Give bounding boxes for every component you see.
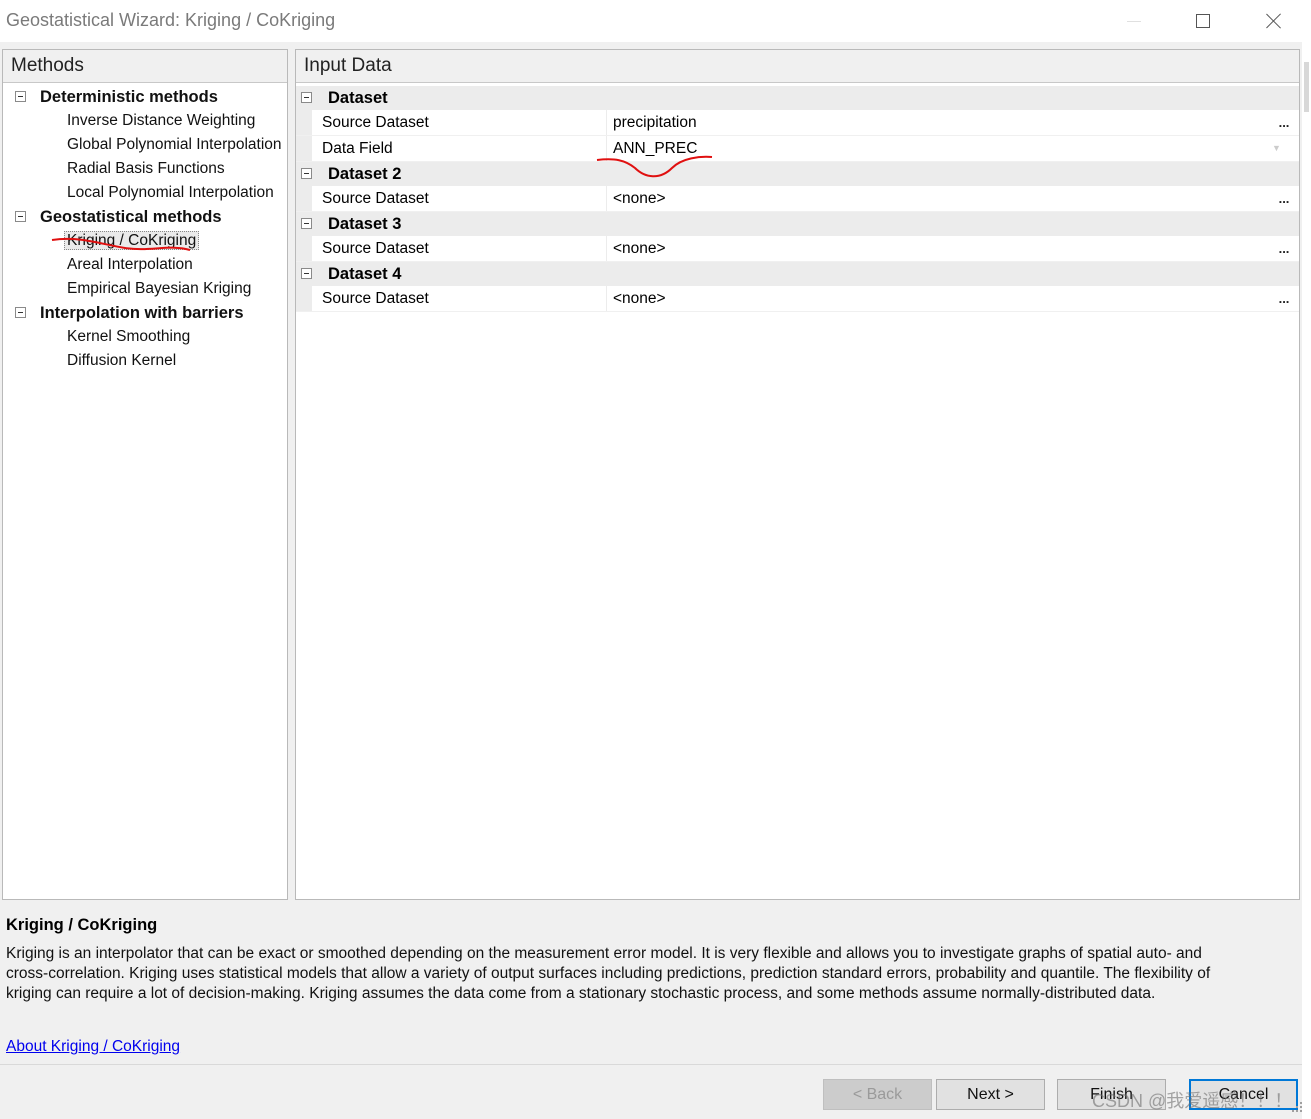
footer-separator (0, 1064, 1302, 1065)
collapse-icon[interactable] (301, 267, 312, 279)
category-dataset-4[interactable]: Dataset 4 (296, 262, 1299, 286)
tree-group-barriers[interactable]: Interpolation with barriers (15, 301, 244, 325)
row-gutter (296, 286, 312, 311)
close-icon (1266, 13, 1282, 29)
resize-grip-icon[interactable] (1290, 1100, 1304, 1114)
next-button[interactable]: Next > (936, 1079, 1045, 1110)
tree-group-geostatistical[interactable]: Geostatistical methods (15, 205, 222, 229)
tree-item-diffusion-kernel[interactable]: Diffusion Kernel (67, 349, 176, 373)
source-dataset-value[interactable]: <none> (606, 236, 1243, 261)
minimize-button[interactable] (1111, 0, 1157, 42)
description-body: Kriging is an interpolator that can be e… (6, 944, 1296, 1004)
row-gutter (296, 136, 312, 161)
watermark: CSDN @我爱遥感！！！ (1092, 1091, 1293, 1111)
property-name: Source Dataset (322, 114, 429, 131)
maximize-button[interactable] (1180, 0, 1226, 42)
collapse-icon[interactable] (301, 217, 312, 229)
input-data-header: Input Data (296, 50, 1299, 83)
browse-button[interactable]: ... (1271, 189, 1297, 208)
tree-item-global-polynomial[interactable]: Global Polynomial Interpolation (67, 133, 282, 157)
description-title: Kriging / CoKriging (6, 916, 158, 934)
property-name: Source Dataset (322, 190, 429, 207)
input-data-panel: Input Data Dataset Source Dataset precip… (295, 49, 1300, 900)
tree-item-areal[interactable]: Areal Interpolation (67, 253, 193, 277)
collapse-icon[interactable] (301, 167, 312, 179)
property-name: Data Field (322, 140, 393, 157)
dropdown-icon[interactable]: ▼ (1272, 144, 1284, 153)
browse-button[interactable]: ... (1271, 289, 1297, 308)
property-name: Source Dataset (322, 290, 429, 307)
selected-method-label[interactable]: Kriging / CoKriging (64, 231, 200, 250)
category-label: Dataset 2 (328, 165, 402, 183)
data-field-value[interactable]: ANN_PREC (606, 136, 1243, 161)
methods-panel: Methods Deterministic methods Inverse Di… (2, 49, 288, 900)
tree-item-kernel-smoothing[interactable]: Kernel Smoothing (67, 325, 190, 349)
group-label: Interpolation with barriers (40, 304, 244, 322)
tree-item-radial-basis[interactable]: Radial Basis Functions (67, 157, 225, 181)
about-kriging-link[interactable]: About Kriging / CoKriging (6, 1038, 180, 1056)
row-gutter (296, 186, 312, 211)
group-label: Geostatistical methods (40, 208, 222, 226)
category-dataset-3[interactable]: Dataset 3 (296, 212, 1299, 236)
property-name: Source Dataset (322, 240, 429, 257)
close-button[interactable] (1251, 0, 1297, 42)
property-row[interactable]: Data Field ANN_PREC ▼ (296, 136, 1299, 162)
property-row[interactable]: Source Dataset <none> ... (296, 286, 1299, 312)
collapse-icon[interactable] (15, 210, 26, 222)
window-right-edge (1302, 42, 1311, 1119)
group-label: Deterministic methods (40, 88, 218, 106)
tree-item-idw[interactable]: Inverse Distance Weighting (67, 109, 255, 133)
methods-header: Methods (3, 50, 287, 83)
tree-group-deterministic[interactable]: Deterministic methods (15, 85, 218, 109)
property-row[interactable]: Source Dataset precipitation ... (296, 110, 1299, 136)
description-line: Kriging is an interpolator that can be e… (6, 945, 1202, 962)
source-dataset-value[interactable]: <none> (606, 286, 1243, 311)
category-label: Dataset (328, 89, 388, 107)
row-gutter (296, 110, 312, 135)
category-dataset-2[interactable]: Dataset 2 (296, 162, 1299, 186)
source-dataset-value[interactable]: <none> (606, 186, 1243, 211)
tree-item-kriging[interactable]: Kriging / CoKriging (64, 229, 200, 253)
tree-item-local-polynomial[interactable]: Local Polynomial Interpolation (67, 181, 274, 205)
description-line: kriging can require a lot of decision-ma… (6, 985, 1156, 1002)
category-label: Dataset 4 (328, 265, 402, 283)
minimize-icon (1127, 20, 1141, 22)
row-gutter (296, 236, 312, 261)
window-title: Geostatistical Wizard: Kriging / CoKrigi… (6, 10, 336, 30)
title-bar: Geostatistical Wizard: Kriging / CoKrigi… (0, 0, 1311, 42)
category-label: Dataset 3 (328, 215, 402, 233)
browse-button[interactable]: ... (1271, 113, 1297, 132)
category-dataset[interactable]: Dataset (296, 86, 1299, 110)
property-row[interactable]: Source Dataset <none> ... (296, 236, 1299, 262)
maximize-icon (1196, 14, 1210, 28)
back-button[interactable]: < Back (823, 1079, 932, 1110)
description-line: cross-correlation. Kriging uses statisti… (6, 965, 1211, 982)
property-grid: Dataset Source Dataset precipitation ...… (296, 86, 1299, 312)
source-dataset-value[interactable]: precipitation (606, 110, 1243, 135)
scrollbar-thumb[interactable] (1304, 62, 1309, 112)
collapse-icon[interactable] (15, 90, 26, 102)
browse-button[interactable]: ... (1271, 239, 1297, 258)
collapse-icon[interactable] (15, 306, 26, 318)
collapse-icon[interactable] (301, 91, 312, 103)
tree-item-ebk[interactable]: Empirical Bayesian Kriging (67, 277, 251, 301)
property-row[interactable]: Source Dataset <none> ... (296, 186, 1299, 212)
